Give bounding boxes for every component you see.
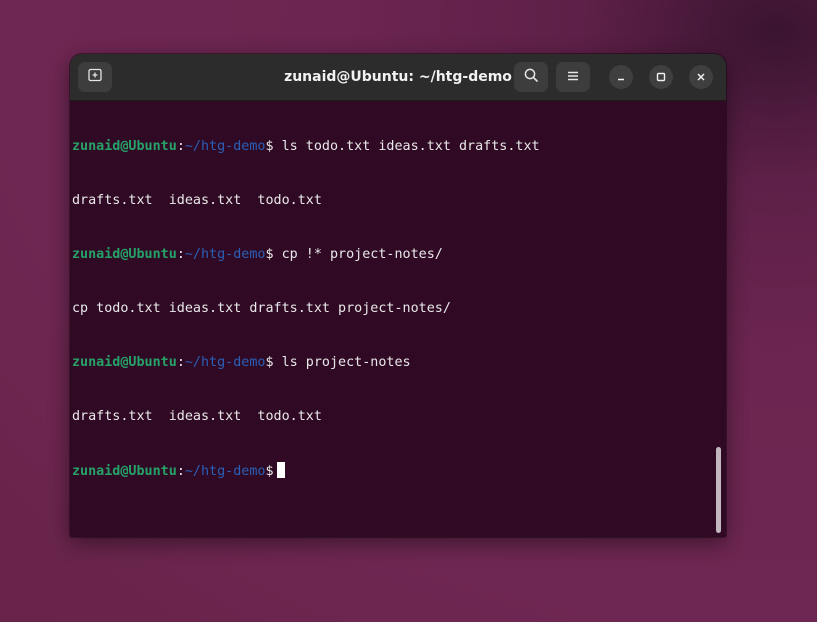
command-text: ls todo.txt ideas.txt drafts.txt — [273, 139, 540, 154]
search-button[interactable] — [514, 62, 548, 92]
prompt-path: ~/htg-demo — [184, 139, 266, 154]
header-bar[interactable]: zunaid@Ubuntu: ~/htg-demo — [70, 54, 726, 101]
prompt-user-host: zunaid@Ubuntu — [72, 355, 177, 370]
prompt-symbol: $ — [265, 355, 274, 370]
terminal-window[interactable]: zunaid@Ubuntu: ~/htg-demo zunaid@Ubuntu:… — [70, 54, 726, 537]
prompt-separator: : — [176, 355, 185, 370]
search-icon — [523, 67, 539, 87]
terminal-line-output: cp todo.txt ideas.txt drafts.txt project… — [72, 301, 451, 316]
prompt-separator: : — [176, 464, 185, 479]
command-text: ls project-notes — [273, 355, 411, 370]
prompt-path: ~/htg-demo — [184, 355, 266, 370]
terminal-output[interactable]: zunaid@Ubuntu:~/htg-demo$ ls todo.txt id… — [72, 102, 714, 537]
prompt-symbol: $ — [265, 247, 274, 262]
menu-button[interactable] — [556, 62, 590, 92]
close-button[interactable] — [689, 65, 713, 89]
close-icon — [695, 68, 707, 87]
minimize-icon — [615, 68, 627, 87]
terminal-line-prompt: zunaid@Ubuntu:~/htg-demo$ cp !* project-… — [72, 246, 714, 264]
prompt-user-host: zunaid@Ubuntu — [72, 139, 177, 154]
command-text: cp !* project-notes/ — [273, 247, 443, 262]
new-tab-icon — [87, 67, 103, 87]
prompt-separator: : — [176, 247, 185, 262]
prompt-symbol: $ — [265, 139, 274, 154]
prompt-user-host: zunaid@Ubuntu — [72, 464, 177, 479]
maximize-icon — [655, 68, 667, 87]
prompt-path: ~/htg-demo — [184, 247, 266, 262]
new-tab-button[interactable] — [78, 62, 112, 92]
hamburger-menu-icon — [566, 68, 580, 87]
terminal-line-output: drafts.txt ideas.txt todo.txt — [72, 193, 322, 208]
maximize-button[interactable] — [649, 65, 673, 89]
prompt-symbol: $ — [265, 464, 274, 479]
prompt-separator: : — [176, 139, 185, 154]
terminal-line-output: drafts.txt ideas.txt todo.txt — [72, 409, 322, 424]
terminal-line-prompt: zunaid@Ubuntu:~/htg-demo$ ls project-not… — [72, 354, 714, 372]
scrollbar-thumb[interactable] — [716, 447, 721, 533]
terminal-line-prompt-active[interactable]: zunaid@Ubuntu:~/htg-demo$ — [72, 462, 714, 480]
minimize-button[interactable] — [609, 65, 633, 89]
prompt-user-host: zunaid@Ubuntu — [72, 247, 177, 262]
terminal-line-prompt: zunaid@Ubuntu:~/htg-demo$ ls todo.txt id… — [72, 138, 714, 156]
prompt-path: ~/htg-demo — [184, 464, 266, 479]
text-cursor — [276, 462, 285, 478]
